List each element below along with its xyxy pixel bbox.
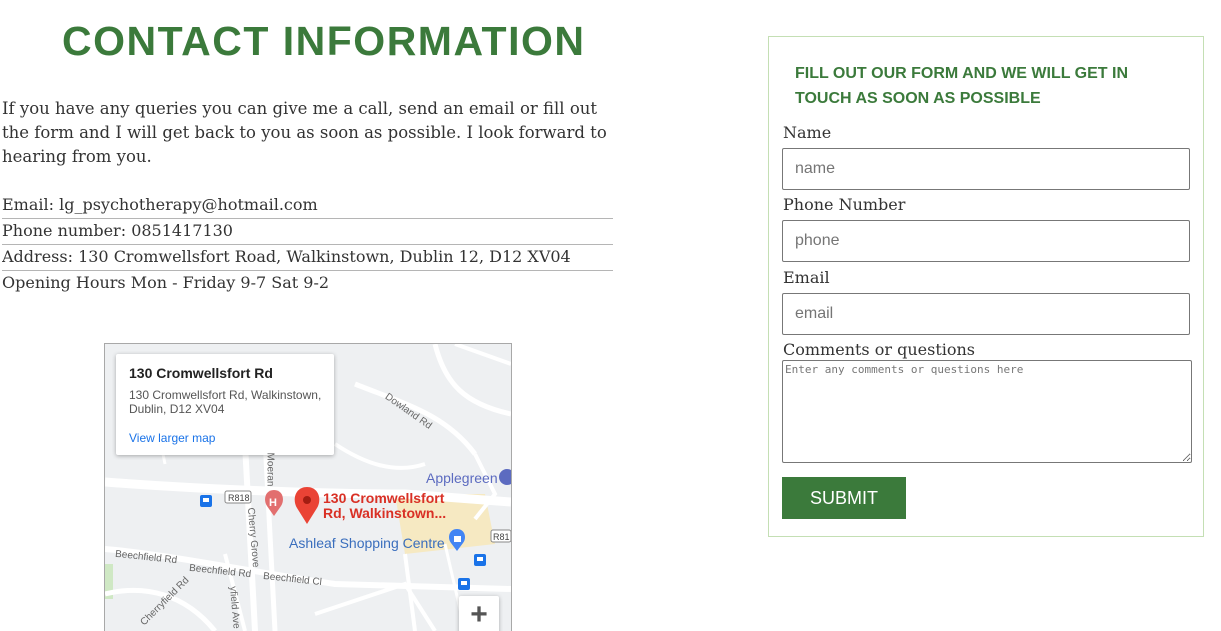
email-input[interactable] bbox=[782, 293, 1190, 335]
email-label: Email: bbox=[2, 195, 60, 214]
pin-label-line2: Rd, Walkinstown... bbox=[323, 505, 447, 521]
poi-applegreen[interactable]: Applegreen bbox=[426, 470, 498, 486]
submit-button[interactable]: SUBMIT bbox=[782, 477, 906, 519]
road-shield-r81-text: R81 bbox=[493, 532, 510, 542]
phone-input[interactable] bbox=[782, 220, 1190, 262]
address-label: Address: bbox=[2, 247, 79, 266]
pin-label[interactable]: 130 Cromwellsfort Rd, Walkinstown... bbox=[323, 491, 446, 521]
page-title: CONTACT INFORMATION bbox=[62, 18, 586, 64]
phone-label: Phone number: bbox=[2, 221, 132, 240]
phone-row: Phone number: 0851417130 bbox=[2, 219, 613, 245]
poi-ashleaf-shopping-centre[interactable]: Ashleaf Shopping Centre bbox=[289, 535, 445, 551]
road-shield-r818-text: R818 bbox=[228, 493, 250, 503]
map-card-address: 130 Cromwellsfort Rd, Walkinstown, Dubli… bbox=[129, 388, 322, 416]
zoom-in-button[interactable]: + bbox=[459, 596, 499, 631]
email-row: Email: lg_psychotherapy@hotmail.com bbox=[2, 193, 613, 219]
map-info-card: 130 Cromwellsfort Rd 130 Cromwellsfort R… bbox=[116, 354, 334, 455]
svg-text:H: H bbox=[269, 497, 277, 509]
comments-textarea[interactable] bbox=[782, 360, 1192, 463]
contact-details: Email: lg_psychotherapy@hotmail.com Phon… bbox=[2, 193, 613, 296]
name-label: Name bbox=[783, 123, 832, 142]
email-value: lg_psychotherapy@hotmail.com bbox=[59, 195, 318, 214]
form-heading: FILL OUT OUR FORM AND WE WILL GET IN TOU… bbox=[795, 65, 1129, 107]
address-value: 130 Cromwellsfort Road, Walkinstown, Dub… bbox=[78, 247, 571, 266]
name-input[interactable] bbox=[782, 148, 1190, 190]
street-moeran: Moeran bbox=[264, 452, 276, 487]
view-larger-map-link[interactable]: View larger map bbox=[129, 431, 215, 445]
hours-row: Opening Hours Mon - Friday 9-7 Sat 9-2 bbox=[2, 271, 613, 296]
comments-label: Comments or questions bbox=[783, 340, 976, 359]
address-row: Address: 130 Cromwellsfort Road, Walkins… bbox=[2, 245, 613, 271]
phone-value: 0851417130 bbox=[131, 221, 233, 240]
contact-form-panel: FILL OUT OUR FORM AND WE WILL GET IN TOU… bbox=[768, 36, 1204, 537]
intro-text: If you have any queries you can give me … bbox=[2, 99, 607, 166]
hours-label: Opening Hours bbox=[2, 273, 131, 292]
embedded-map[interactable]: H R818 R81 130 Cromwellsfort Rd 130 Crom… bbox=[104, 343, 512, 631]
email-label: Email bbox=[783, 268, 830, 287]
hours-value: Mon - Friday 9-7 Sat 9-2 bbox=[130, 273, 330, 292]
pin-label-line1: 130 Cromwellsfort bbox=[323, 490, 445, 506]
phone-label: Phone Number bbox=[783, 195, 906, 214]
map-card-title: 130 Cromwellsfort Rd bbox=[129, 365, 273, 381]
